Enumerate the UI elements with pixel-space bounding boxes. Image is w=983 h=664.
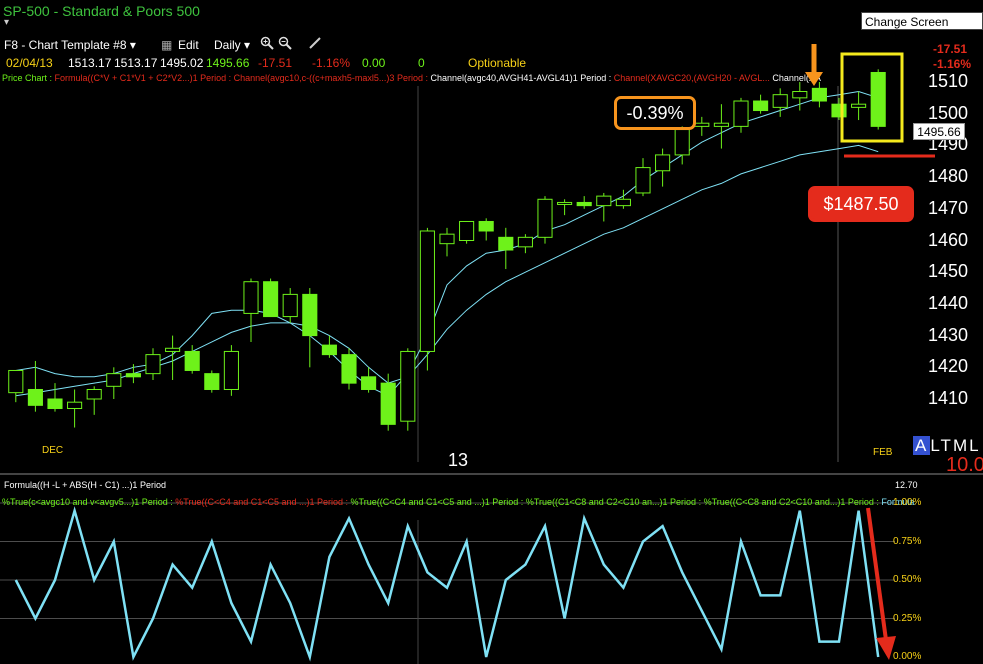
ind-study-item[interactable]: %True(c<avgc10 and v<avgv5...)1 Period : (2, 497, 173, 507)
candle-up (694, 122, 710, 127)
candle-up (635, 167, 651, 194)
candle-down (47, 398, 63, 410)
indicator-axis-label: 0.00% (893, 651, 922, 662)
price-axis-label: 1410 (928, 388, 969, 408)
candle-up (439, 233, 455, 245)
slow-moving-average-line (15, 144, 879, 397)
price-chart[interactable] (0, 0, 983, 664)
candle-down (361, 376, 377, 390)
red-arrow-shaft (866, 507, 888, 641)
price-axis-label: 1460 (928, 229, 969, 250)
price-axis-label: 1450 (928, 261, 969, 282)
candle-up (713, 122, 729, 127)
candle-up (733, 100, 749, 127)
candle-down (811, 87, 827, 102)
candle-up (851, 103, 867, 108)
candle-up (792, 91, 808, 99)
candle-down (831, 103, 847, 118)
candle-up (557, 201, 573, 205)
ind-study-item[interactable]: %True((C1<C8 and C2<C10 an...)1 Period : (526, 497, 701, 507)
indicator-studies-legend: %True(c<avgc10 and v<avgv5...)1 Period :… (2, 497, 983, 507)
indicator-value: 12.70 (895, 480, 918, 490)
indicator-line (14, 506, 880, 662)
candle-down (204, 373, 220, 390)
orange-arrow-head (805, 72, 823, 86)
price-axis-label: 1500 (928, 102, 969, 123)
candle-up (243, 281, 259, 314)
price-axis-label: 1440 (928, 292, 969, 313)
price-axis-label: 1470 (928, 197, 969, 218)
pct-callout: -0.39% (614, 96, 696, 130)
candle-down (341, 354, 357, 384)
candle-down (302, 293, 318, 337)
chart-mode-selector[interactable]: A LTML (913, 436, 981, 456)
time-label-dec: DEC (42, 445, 64, 456)
candle-down (321, 344, 337, 356)
candle-down (184, 350, 200, 371)
candle-up (106, 373, 122, 387)
candle-up (459, 220, 475, 241)
indicator-label: Formula((H -L + ABS(H - C1) ...)1 Period (4, 480, 166, 490)
ind-study-item[interactable]: %True((C<C4 and C1<C5 and ...)1 Period : (351, 497, 524, 507)
candle-down (27, 388, 43, 406)
candle-up (517, 236, 533, 248)
candle-up (282, 293, 298, 318)
candle-down (478, 220, 494, 232)
ind-study-item[interactable]: %True((C<C8 and C2<C10 and...)1 Period : (704, 497, 879, 507)
candle-down (576, 201, 592, 207)
mode-l2[interactable]: L (969, 436, 980, 455)
candle-down (753, 100, 769, 112)
price-callout: $1487.50 (808, 186, 914, 222)
ind-study-item[interactable]: %True((C<C4 and C1<C5 and ...)1 Period : (175, 497, 348, 507)
indicator-axis-label: 0.75% (893, 535, 922, 547)
candle-up (596, 195, 612, 207)
candle-up (772, 94, 788, 108)
candle-up (537, 198, 553, 238)
candle-up (145, 354, 161, 375)
candle-down (870, 71, 886, 127)
candle-up (400, 350, 416, 422)
candle-down (263, 281, 279, 318)
candle-up (86, 388, 102, 400)
price-axis-label: 1420 (928, 356, 969, 377)
mode-m[interactable]: M (953, 436, 969, 455)
indicator-axis-label: 1.00% (893, 497, 922, 508)
right-value: 10.0 (946, 454, 983, 476)
candle-down (125, 373, 141, 378)
candle-up (8, 369, 24, 394)
indicator-axis-label: 0.25% (893, 612, 922, 624)
candle-up (165, 347, 181, 352)
time-label-feb: FEB (873, 447, 893, 458)
price-axis-label: 1480 (928, 166, 969, 187)
mode-t[interactable]: T (941, 436, 953, 455)
candle-up (223, 350, 239, 390)
last-price-box: 1495.66 (913, 123, 965, 140)
candle-up (615, 198, 631, 207)
candle-up (419, 230, 435, 352)
candle-up (67, 401, 83, 410)
mode-a[interactable]: A (913, 436, 931, 455)
candle-up (674, 129, 690, 156)
candle-down (380, 382, 396, 425)
mode-l[interactable]: L (930, 436, 940, 455)
time-label-13: 13 (448, 450, 469, 470)
price-axis-label: 1510 (928, 71, 969, 91)
price-axis-label: 1430 (928, 324, 969, 345)
candle-down (498, 236, 514, 251)
indicator-axis-label: 0.50% (893, 574, 922, 585)
candle-up (655, 154, 671, 172)
